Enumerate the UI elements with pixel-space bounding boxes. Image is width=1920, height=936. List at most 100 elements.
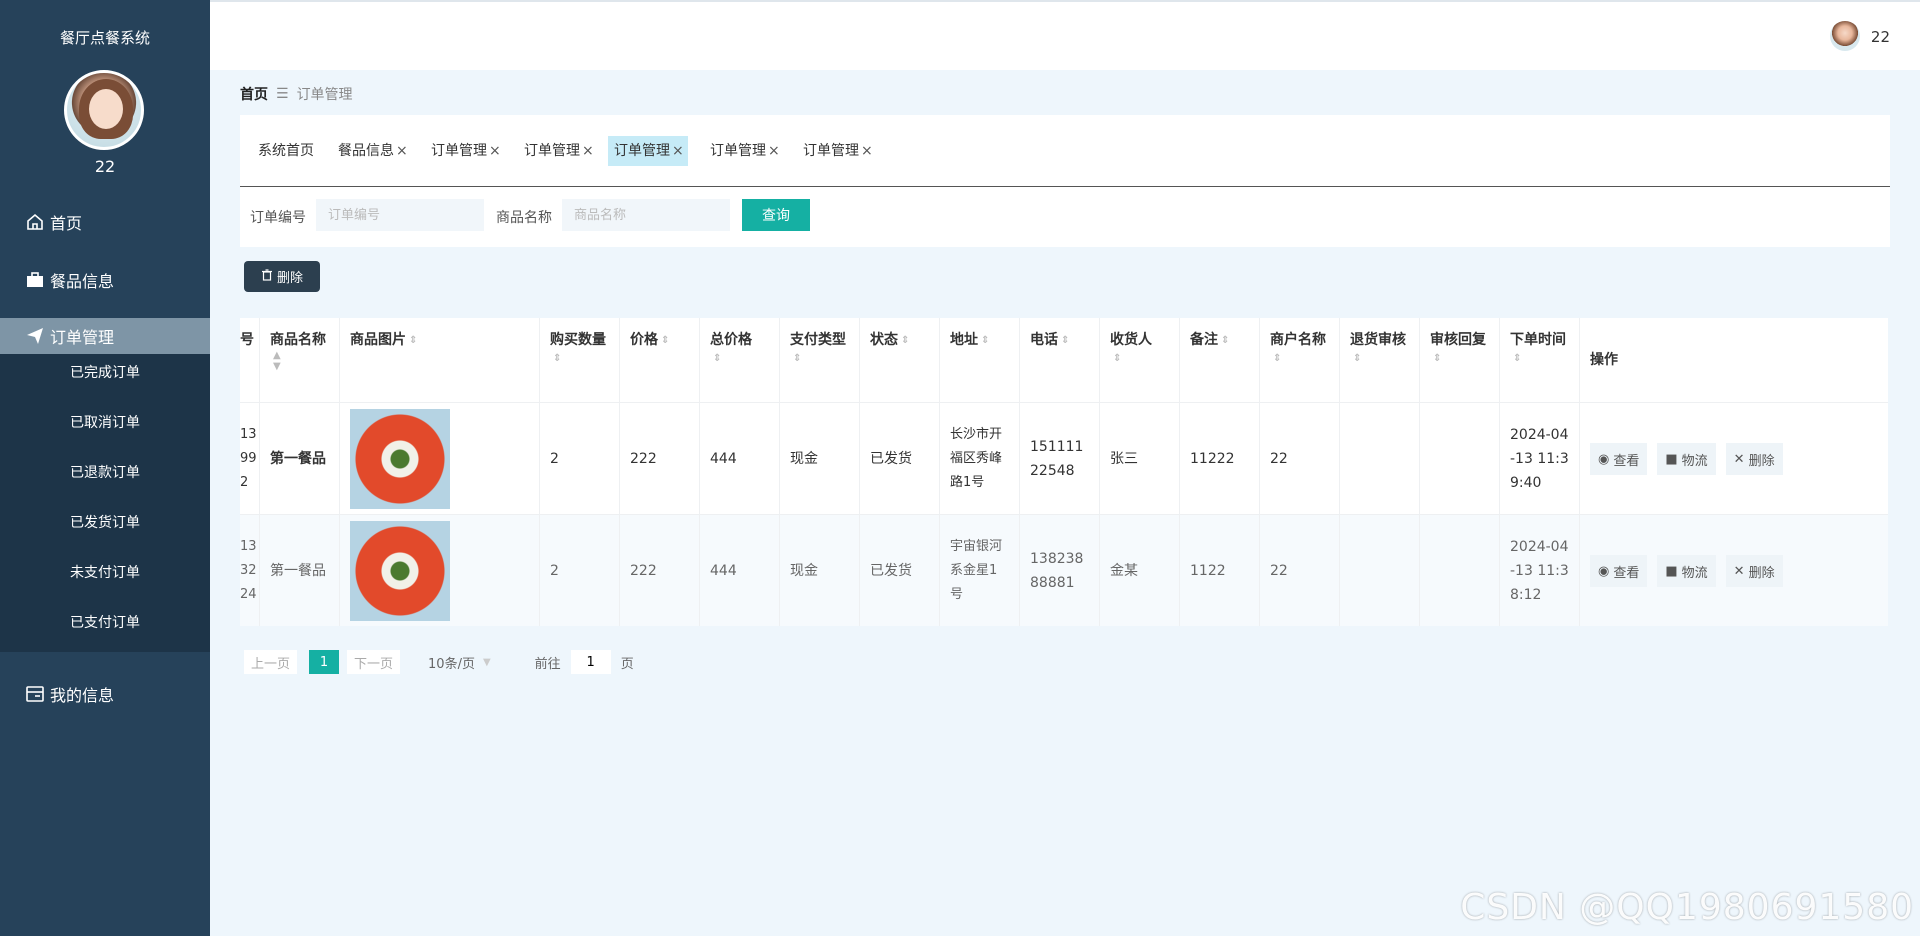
close-icon[interactable]: × [582, 143, 594, 159]
cell-pay-type: 现金 [780, 515, 860, 626]
th-label: 审核回复 [1430, 332, 1486, 348]
food-image [350, 409, 450, 509]
nav-item-orders[interactable]: 订单管理 [0, 318, 210, 354]
cell-pay-type: 现金 [780, 403, 860, 515]
th-remark[interactable]: 备注 ⇕ [1180, 318, 1260, 402]
th-label: 号 [240, 332, 254, 348]
product-name-input[interactable] [562, 199, 730, 231]
prev-page-button[interactable]: 上一页 [244, 650, 298, 674]
page-size-select[interactable]: 10条/页 ▼ [428, 653, 491, 672]
batch-delete-button[interactable]: 删除 [244, 261, 320, 292]
cell-image [340, 403, 540, 515]
th-label: 收货人 [1110, 332, 1152, 348]
th-actions: 操作 [1580, 318, 1888, 402]
view-button[interactable]: ◉ 查看 [1590, 555, 1648, 587]
th-qty[interactable]: 购买数量 ⇕ [540, 318, 620, 402]
avatar [64, 70, 144, 150]
breadcrumb-current: 订单管理 [296, 87, 353, 103]
goto-page-input[interactable] [570, 650, 611, 674]
th-return-review[interactable]: 退货审核 ⇕ [1340, 318, 1420, 402]
close-icon[interactable]: × [396, 143, 408, 159]
view-label: 查看 [1613, 453, 1640, 469]
cell-order-time: 2024-04-13 11:38:12 [1500, 515, 1580, 626]
nav-item-my-info[interactable]: 我的信息 [0, 676, 210, 712]
tab-food-info[interactable]: 餐品信息 × [332, 136, 412, 166]
query-button[interactable]: 查询 [742, 199, 810, 231]
th-phone[interactable]: 电话 ⇕ [1020, 318, 1100, 402]
table-row: 13 99 2 第一餐品 2 222 444 现金 已发货 长沙市开福区秀峰路1… [240, 402, 1888, 515]
logistics-button[interactable]: ■ 物流 [1657, 555, 1716, 587]
th-no[interactable]: 号 [240, 318, 260, 402]
user-avatar[interactable] [1830, 21, 1860, 51]
next-page-button[interactable]: 下一页 [347, 650, 401, 674]
sub-item-refunded[interactable]: 已退款订单 [0, 454, 210, 490]
page-number-button[interactable]: 1 [309, 650, 340, 674]
tab-orders-1[interactable]: 订单管理 × [425, 136, 505, 166]
close-icon[interactable]: × [489, 143, 501, 159]
nav-label-my-info: 我的信息 [50, 686, 115, 705]
sort-icon: ⇕ [1513, 352, 1522, 364]
sub-item-unpaid[interactable]: 未支付订单 [0, 554, 210, 590]
breadcrumb-separator-icon: ☰ [276, 86, 289, 102]
cell-review-reply [1420, 403, 1500, 515]
sub-item-shipped[interactable]: 已发货订单 [0, 504, 210, 540]
cell-merchant: 22 [1260, 403, 1340, 515]
th-address[interactable]: 地址 ⇕ [940, 318, 1020, 402]
view-button[interactable]: ◉ 查看 [1590, 443, 1648, 475]
trash-icon [261, 268, 273, 285]
nav-item-home[interactable]: 首页 [0, 204, 210, 240]
sidebar-username: 22 [94, 157, 116, 176]
sub-item-cancelled[interactable]: 已取消订单 [0, 404, 210, 440]
cell-no: 13 99 2 [240, 403, 260, 515]
th-total[interactable]: 总价格 ⇕ [700, 318, 780, 402]
close-icon[interactable]: × [861, 143, 873, 159]
cell-address: 宇宙银河系金星1号 [940, 515, 1020, 626]
th-pay-type[interactable]: 支付类型 ⇕ [780, 318, 860, 402]
cell-review-reply [1420, 515, 1500, 626]
cell-product: 第一餐品 [260, 403, 340, 515]
th-price[interactable]: 价格 ⇕ [620, 318, 700, 402]
topbar-username[interactable]: 22 [1871, 28, 1890, 46]
breadcrumb: 首页 ☰ 订单管理 [240, 84, 353, 104]
sub-item-completed[interactable]: 已完成订单 [0, 354, 210, 390]
close-icon[interactable]: × [768, 143, 780, 159]
cell-phone: 15111122548 [1020, 403, 1100, 515]
cell-no: 13 32 24 [240, 515, 260, 626]
th-order-time[interactable]: 下单时间 ⇕ [1500, 318, 1580, 402]
delete-button[interactable]: ✕ 删除 [1725, 555, 1783, 587]
cell-actions: ◉ 查看 ■ 物流 ✕ 删除 [1580, 515, 1888, 626]
orders-submenu: 已完成订单 已取消订单 已退款订单 已发货订单 未支付订单 已支付订单 [0, 354, 210, 652]
cell-return-review [1340, 515, 1420, 626]
th-merchant[interactable]: 商户名称 ⇕ [1260, 318, 1340, 402]
tab-orders-2[interactable]: 订单管理 × [518, 136, 598, 166]
breadcrumb-home[interactable]: 首页 [240, 84, 268, 104]
page-unit-label: 页 [620, 656, 634, 672]
delete-button[interactable]: ✕ 删除 [1725, 443, 1783, 475]
sort-icon: ⇕ [1113, 352, 1122, 364]
sort-icon: ▲ ▼ [273, 350, 281, 372]
logistics-button[interactable]: ■ 物流 [1657, 443, 1716, 475]
sub-item-paid[interactable]: 已支付订单 [0, 604, 210, 640]
tab-orders-5[interactable]: 订单管理 × [797, 136, 877, 166]
nav-item-food[interactable]: 餐品信息 [0, 262, 210, 298]
cell-status: 已发货 [860, 515, 940, 626]
tab-orders-active[interactable]: 订单管理 × [608, 136, 688, 166]
sort-icon: ⇕ [1273, 352, 1282, 364]
th-review-reply[interactable]: 审核回复 ⇕ [1420, 318, 1500, 402]
order-no-input[interactable] [316, 199, 484, 231]
tab-system-home[interactable]: 系统首页 [252, 136, 318, 166]
cell-qty: 2 [540, 403, 620, 515]
th-receiver[interactable]: 收货人 ⇕ [1100, 318, 1180, 402]
close-icon[interactable]: × [672, 143, 684, 159]
tab-label: 餐品信息 [338, 143, 394, 159]
th-status[interactable]: 状态 ⇕ [860, 318, 940, 402]
cell-actions: ◉ 查看 ■ 物流 ✕ 删除 [1580, 403, 1888, 515]
tab-orders-4[interactable]: 订单管理 × [704, 136, 784, 166]
th-image[interactable]: 商品图片 ⇕ [340, 318, 540, 402]
tab-label: 系统首页 [258, 143, 314, 159]
tab-label: 订单管理 [524, 143, 580, 159]
batch-delete-label: 删除 [276, 271, 303, 286]
cell-price: 222 [620, 403, 700, 515]
tab-label: 订单管理 [803, 143, 859, 159]
th-product[interactable]: 商品名称 ▲ ▼ [260, 318, 340, 402]
